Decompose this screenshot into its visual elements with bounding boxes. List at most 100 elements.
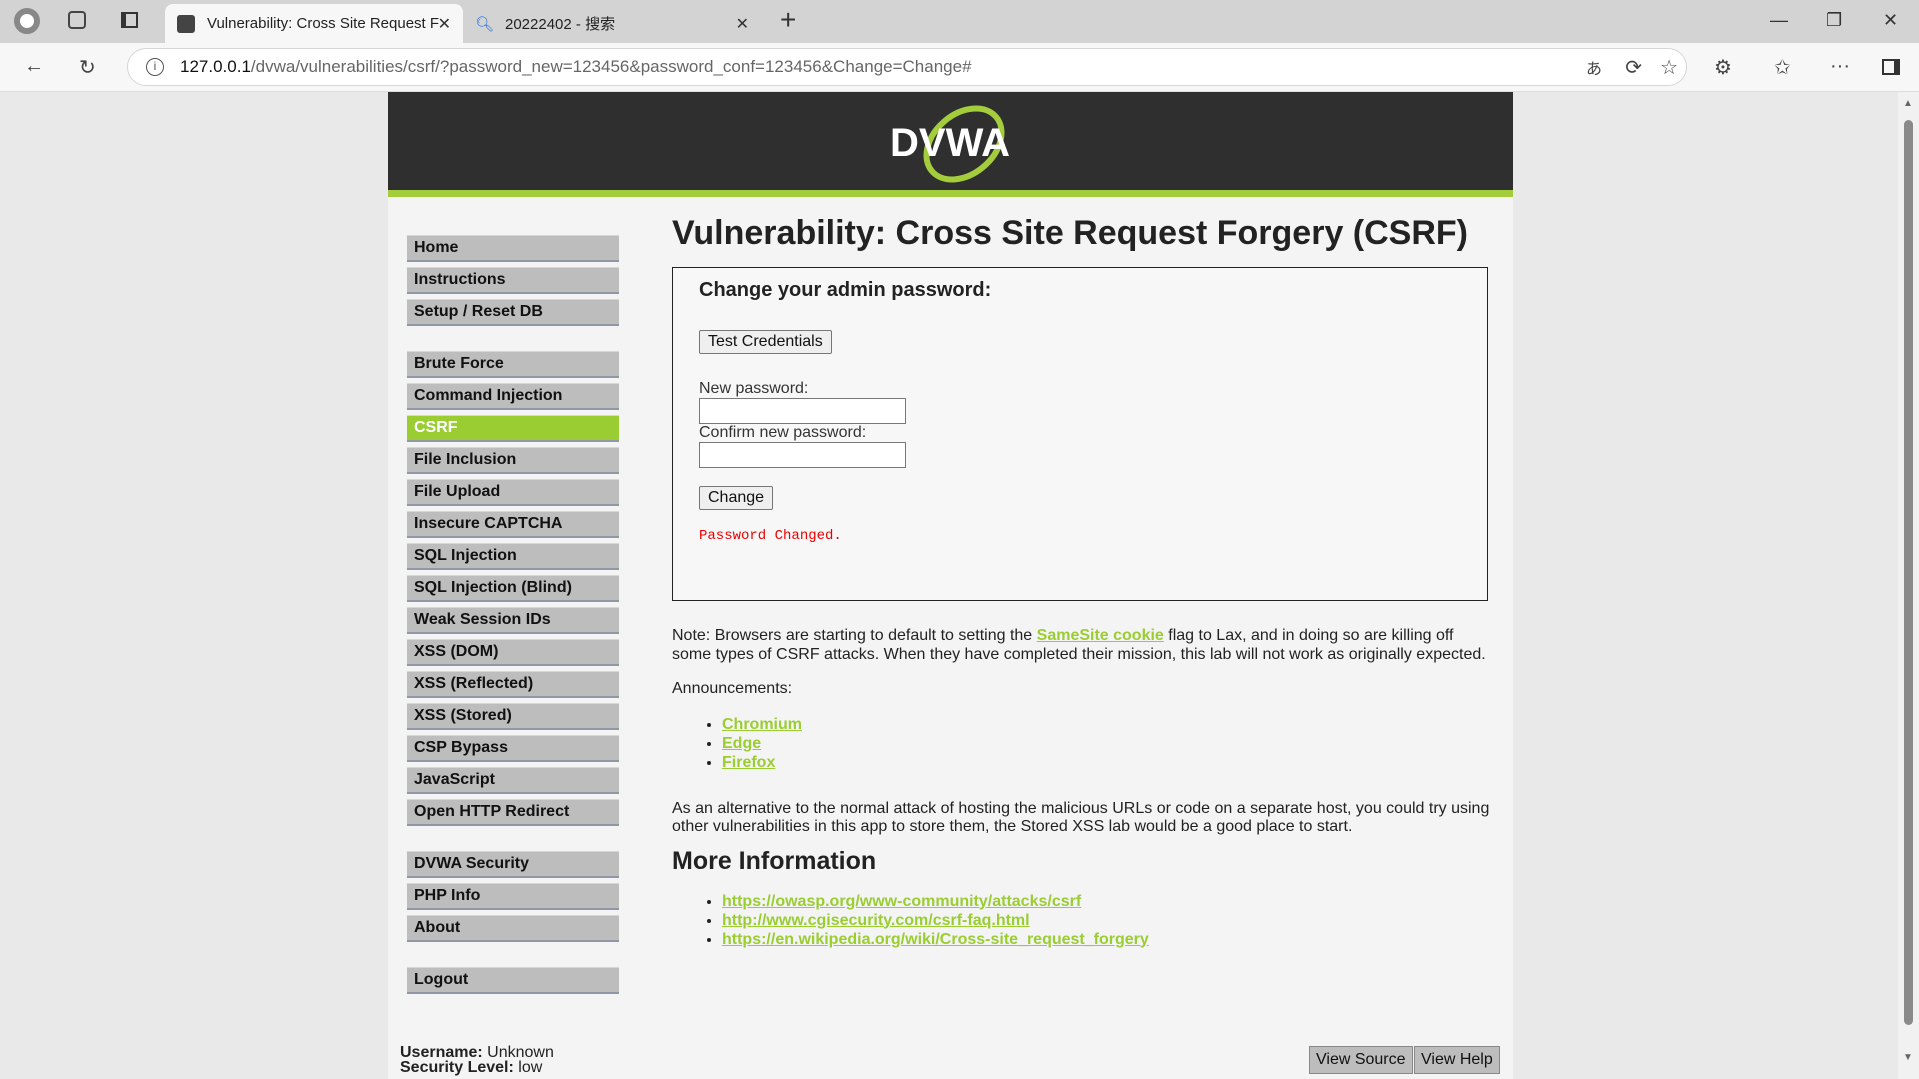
sidebar-menu: Home Instructions Setup / Reset DB Brute…: [407, 235, 619, 999]
dvwa-header: DVWA: [388, 92, 1513, 197]
announcements-list: Chromium Edge Firefox: [722, 715, 1492, 772]
menu-logout[interactable]: Logout: [407, 967, 619, 994]
password-form: Change your admin password: Test Credent…: [672, 267, 1488, 601]
minimize-icon[interactable]: —: [1770, 10, 1788, 31]
back-icon[interactable]: ←: [24, 55, 44, 78]
menu-file-inclusion[interactable]: File Inclusion: [407, 447, 619, 474]
menu-php-info[interactable]: PHP Info: [407, 883, 619, 910]
list-item: Chromium: [722, 715, 1492, 734]
menu-group-3: DVWA Security PHP Info About: [407, 851, 619, 942]
url-input[interactable]: i 127.0.0.1/dvwa/vulnerabilities/csrf/?p…: [127, 48, 1687, 86]
page-title: Vulnerability: Cross Site Request Forger…: [672, 214, 1468, 252]
announcements-label: Announcements:: [672, 680, 793, 697]
menu-file-upload[interactable]: File Upload: [407, 479, 619, 506]
samesite-cookie-link[interactable]: SameSite cookie: [1037, 627, 1164, 644]
confirm-password-label: Confirm new password:: [699, 424, 867, 441]
main-content: Vulnerability: Cross Site Request Forger…: [672, 214, 1492, 949]
refresh-icon[interactable]: ↻: [79, 55, 96, 80]
alternative-text: As an alternative to the normal attack o…: [672, 799, 1490, 836]
wikipedia-link[interactable]: https://en.wikipedia.org/wiki/Cross-site…: [722, 931, 1149, 948]
sidebar-icon[interactable]: [1882, 59, 1900, 75]
tab-dvwa[interactable]: Vulnerability: Cross Site Request F ✕: [165, 4, 463, 43]
list-item: https://en.wikipedia.org/wiki/Cross-site…: [722, 930, 1492, 949]
scroll-up-icon[interactable]: ▲: [1903, 98, 1913, 109]
page-scrollbar[interactable]: ▲ ▼: [1898, 92, 1919, 1079]
menu-dvwa-security[interactable]: DVWA Security: [407, 851, 619, 878]
status-message: Password Changed.: [699, 528, 842, 544]
new-tab-button[interactable]: +: [780, 4, 796, 36]
menu-csp-bypass[interactable]: CSP Bypass: [407, 735, 619, 762]
site-info-icon[interactable]: i: [146, 58, 164, 76]
menu-group-2: Brute Force Command Injection CSRF File …: [407, 351, 619, 826]
new-password-label: New password:: [699, 380, 809, 397]
menu-setup[interactable]: Setup / Reset DB: [407, 299, 619, 326]
change-button[interactable]: Change: [699, 486, 774, 510]
menu-about[interactable]: About: [407, 915, 619, 942]
confirm-password-input[interactable]: [699, 442, 906, 468]
translate-icon[interactable]: あ: [1586, 55, 1602, 79]
menu-insecure-captcha[interactable]: Insecure CAPTCHA: [407, 511, 619, 538]
security-level-label: Security Level:: [400, 1059, 514, 1076]
menu-weak-session-ids[interactable]: Weak Session IDs: [407, 607, 619, 634]
new-password-input[interactable]: [699, 398, 906, 424]
view-help-button[interactable]: View Help: [1414, 1046, 1500, 1074]
menu-sql-injection[interactable]: SQL Injection: [407, 543, 619, 570]
address-bar-row: ← ↻ i 127.0.0.1/dvwa/vulnerabilities/csr…: [0, 43, 1919, 92]
cgisecurity-link[interactable]: http://www.cgisecurity.com/csrf-faq.html: [722, 912, 1030, 929]
menu-javascript[interactable]: JavaScript: [407, 767, 619, 794]
tab-search[interactable]: 🔍︎ 20222402 - 搜索 ✕: [463, 4, 761, 43]
owasp-link[interactable]: https://owasp.org/www-community/attacks/…: [722, 893, 1081, 910]
chromium-link[interactable]: Chromium: [722, 716, 802, 733]
menu-xss-reflected[interactable]: XSS (Reflected): [407, 671, 619, 698]
browser-tab-bar: Vulnerability: Cross Site Request F ✕ 🔍︎…: [0, 0, 1919, 43]
url-host: 127.0.0.1: [180, 57, 251, 76]
extensions-icon[interactable]: ⚙: [1714, 55, 1732, 80]
dvwa-logo: DVWA: [884, 104, 1019, 184]
menu-instructions[interactable]: Instructions: [407, 267, 619, 294]
menu-group-1: Home Instructions Setup / Reset DB: [407, 235, 619, 326]
list-item: http://www.cgisecurity.com/csrf-faq.html: [722, 911, 1492, 930]
menu-xss-stored[interactable]: XSS (Stored): [407, 703, 619, 730]
menu-sql-injection-blind[interactable]: SQL Injection (Blind): [407, 575, 619, 602]
dvwa-page: DVWA Home Instructions Setup / Reset DB …: [388, 92, 1513, 1079]
view-source-button[interactable]: View Source: [1309, 1046, 1413, 1074]
tab-title: 20222402 - 搜索: [505, 16, 616, 33]
favorite-star-icon[interactable]: ☆: [1660, 55, 1678, 80]
more-icon[interactable]: ···: [1830, 55, 1850, 78]
menu-open-http-redirect[interactable]: Open HTTP Redirect: [407, 799, 619, 826]
vertical-tabs-icon[interactable]: [121, 12, 138, 28]
sync-icon[interactable]: ⟳: [1625, 55, 1642, 80]
firefox-link[interactable]: Firefox: [722, 754, 775, 771]
note-text: Note: Browsers are starting to default t…: [672, 627, 1037, 644]
tab-title: Vulnerability: Cross Site Request F: [207, 15, 440, 32]
favorites-icon[interactable]: ✩: [1774, 55, 1791, 80]
restore-icon[interactable]: ❐: [1826, 10, 1842, 31]
scrollbar-thumb[interactable]: [1904, 120, 1913, 1025]
profile-icon[interactable]: [14, 8, 40, 34]
menu-xss-dom[interactable]: XSS (DOM): [407, 639, 619, 666]
menu-brute-force[interactable]: Brute Force: [407, 351, 619, 378]
list-item: Firefox: [722, 753, 1492, 772]
search-icon: 🔍︎: [475, 15, 495, 33]
more-info-links: https://owasp.org/www-community/attacks/…: [722, 892, 1492, 949]
list-item: Edge: [722, 734, 1492, 753]
close-tab-icon[interactable]: ✕: [438, 14, 451, 34]
workspaces-icon[interactable]: [68, 11, 86, 29]
menu-home[interactable]: Home: [407, 235, 619, 262]
list-item: https://owasp.org/www-community/attacks/…: [722, 892, 1492, 911]
user-info: Username: Unknown Security Level: low: [400, 1044, 554, 1077]
form-heading: Change your admin password:: [699, 279, 992, 301]
more-information-heading: More Information: [672, 846, 877, 875]
edge-link[interactable]: Edge: [722, 735, 761, 752]
scroll-down-icon[interactable]: ▼: [1903, 1052, 1913, 1063]
dvwa-favicon: [177, 14, 195, 33]
svg-text:DVWA: DVWA: [890, 121, 1010, 165]
close-window-icon[interactable]: ✕: [1883, 10, 1898, 31]
url-path: /dvwa/vulnerabilities/csrf/?password_new…: [250, 57, 972, 76]
security-level-value: low: [518, 1059, 543, 1076]
menu-command-injection[interactable]: Command Injection: [407, 383, 619, 410]
test-credentials-button[interactable]: Test Credentials: [699, 330, 832, 354]
samesite-note: Note: Browsers are starting to default t…: [672, 627, 1492, 664]
menu-csrf[interactable]: CSRF: [407, 415, 619, 442]
close-tab-icon[interactable]: ✕: [736, 14, 749, 34]
